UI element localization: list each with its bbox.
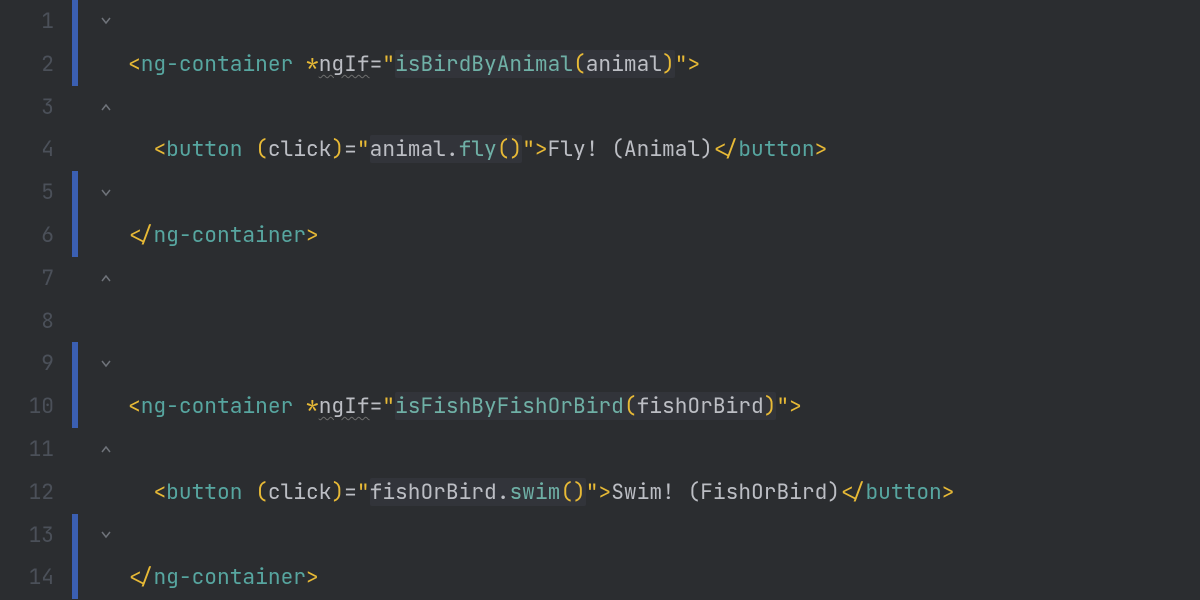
line-number: 4 — [0, 128, 54, 171]
change-marker — [72, 342, 78, 385]
code-line[interactable]: <button (click)="fishOrBird.swim()">Swim… — [128, 471, 1200, 514]
line-number: 5 — [0, 171, 54, 214]
code-line[interactable]: <ng-container *ngIf="isBirdByAnimal(anim… — [128, 43, 1200, 86]
change-marker — [72, 214, 78, 257]
code-line[interactable]: </ng-container> — [128, 214, 1200, 257]
fold-gutter — [72, 0, 128, 600]
change-marker — [72, 43, 78, 86]
line-number: 9 — [0, 342, 54, 385]
code-line[interactable]: <ng-container *ngIf="isFishByFishOrBird(… — [128, 385, 1200, 428]
change-marker — [72, 171, 78, 214]
line-number: 2 — [0, 43, 54, 86]
line-number: 1 — [0, 0, 54, 43]
line-number: 13 — [0, 514, 54, 557]
change-marker — [72, 556, 78, 599]
change-marker — [72, 0, 78, 43]
change-marker — [72, 514, 78, 557]
fold-open-icon[interactable] — [100, 529, 112, 541]
fold-close-icon[interactable] — [100, 101, 112, 113]
code-line[interactable]: </ng-container> — [128, 556, 1200, 599]
fold-close-icon[interactable] — [100, 272, 112, 284]
line-number: 12 — [0, 471, 54, 514]
line-number: 14 — [0, 556, 54, 599]
code-editor[interactable]: 1 2 3 4 5 6 7 8 9 10 11 12 13 14 <ng-con… — [0, 0, 1200, 600]
line-number: 11 — [0, 428, 54, 471]
fold-close-icon[interactable] — [100, 443, 112, 455]
line-number: 6 — [0, 214, 54, 257]
code-line[interactable] — [128, 300, 1200, 343]
code-area[interactable]: <ng-container *ngIf="isBirdByAnimal(anim… — [128, 0, 1200, 600]
line-number: 3 — [0, 86, 54, 129]
code-line[interactable]: <button (click)="animal.fly()">Fly! (Ani… — [128, 128, 1200, 171]
line-number-gutter: 1 2 3 4 5 6 7 8 9 10 11 12 13 14 — [0, 0, 72, 600]
fold-open-icon[interactable] — [100, 15, 112, 27]
change-marker — [72, 385, 78, 428]
fold-open-icon[interactable] — [100, 187, 112, 199]
fold-open-icon[interactable] — [100, 358, 112, 370]
line-number: 8 — [0, 300, 54, 343]
line-number: 10 — [0, 385, 54, 428]
line-number: 7 — [0, 257, 54, 300]
